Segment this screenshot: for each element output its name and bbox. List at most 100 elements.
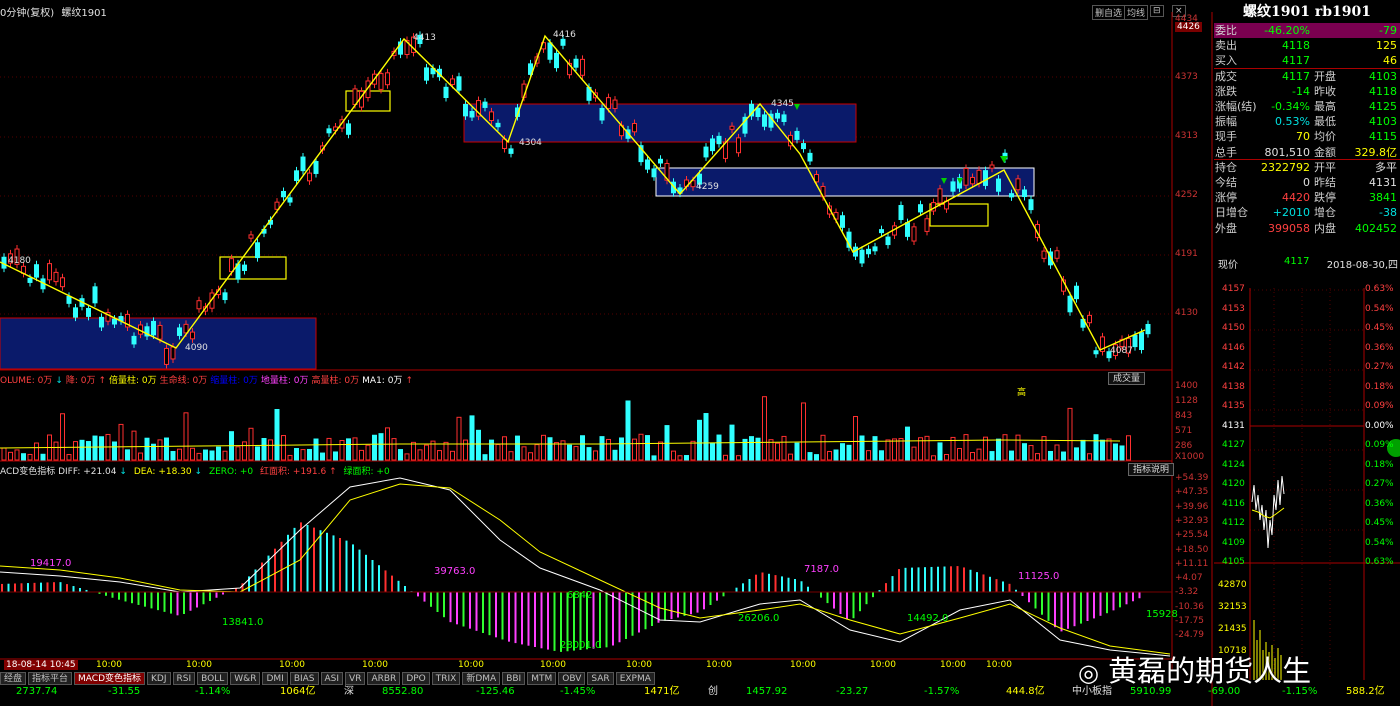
mini-pct-tick: 0.54% [1365, 303, 1394, 314]
mini-pct-tick: 0.63% [1365, 284, 1394, 294]
index-amount: 1471亿 [644, 686, 680, 697]
volume-bar [931, 455, 936, 461]
volume-bar [846, 444, 852, 461]
volume-bar [515, 435, 520, 461]
volume-bar [521, 446, 527, 461]
tab-indicator[interactable]: DPO [402, 672, 430, 685]
candle-body [164, 347, 169, 365]
candle-body [424, 67, 429, 81]
quote-l: 日增仓 [1215, 206, 1248, 220]
volume-bar [144, 437, 150, 461]
candle-body [86, 307, 91, 317]
quote-v2: -79 [1379, 24, 1397, 37]
tab-indicator[interactable]: TRIX [431, 672, 461, 685]
down-arrow-icon: ↓ [119, 467, 127, 477]
candle-body [60, 277, 65, 288]
volume-bar [118, 423, 124, 461]
volume-bar [658, 441, 663, 461]
macd-tick: +32.93 [1175, 515, 1209, 526]
candle-body [703, 146, 709, 158]
candle-body [580, 58, 585, 76]
candle-body [300, 156, 306, 172]
tab-indicator[interactable]: 指标平台 [28, 672, 73, 685]
tab-indicator[interactable]: ASI [320, 672, 344, 685]
volume-bar [131, 430, 137, 461]
volume-bar [853, 416, 858, 461]
volume-select[interactable]: 成交量 [1108, 372, 1146, 385]
volume-legend-item: 倍量柱: 0万 [109, 376, 157, 386]
quote-v1: 4117 [1282, 54, 1310, 68]
macd-dea-line [0, 483, 1171, 655]
quote-v2: 4131 [1369, 176, 1397, 189]
tab-indicator[interactable]: MTM [527, 672, 557, 685]
volume-bar [814, 454, 819, 461]
candle-body [976, 169, 982, 184]
tab-indicator[interactable]: RSI [172, 672, 196, 685]
volume-bar [638, 433, 644, 461]
volume-bar [235, 446, 241, 461]
current-price-value: 4117 [1284, 256, 1310, 267]
candle-body [560, 38, 566, 46]
tab-macd-active[interactable]: MACD变色指标 [74, 672, 146, 685]
volume-bar [710, 442, 715, 461]
indicator-help-button[interactable]: 指标说明 [1128, 463, 1175, 476]
volume-bar [164, 437, 169, 461]
volume-bar [404, 453, 410, 461]
candle-body [996, 178, 1001, 192]
candle-body [222, 292, 228, 301]
index-change: -23.27 [836, 686, 869, 697]
tab-indicator[interactable]: SAR [587, 672, 614, 685]
tab-indicator[interactable]: BOLL [197, 672, 229, 685]
time-tick: 10:00 [986, 660, 1012, 670]
volume-bar [963, 434, 969, 461]
tab-indicator[interactable]: 经盘 [0, 672, 27, 685]
tab-indicator[interactable]: W&R [230, 672, 261, 685]
tab-indicator[interactable]: DMI [262, 672, 288, 685]
volume-bar [203, 449, 208, 461]
volume-bar [1067, 407, 1073, 461]
volume-bar [190, 447, 195, 461]
candle-body [1087, 314, 1092, 324]
volume-bar [827, 450, 832, 461]
tab-indicator[interactable]: BBI [502, 672, 526, 685]
quote-l: 成交 [1215, 69, 1237, 83]
quote-l: 买入 [1215, 54, 1237, 68]
mini-price-tick: 4116 [1222, 498, 1245, 509]
mini-pct-tick: 0.27% [1365, 362, 1394, 372]
index-amount: 444.8亿 [1006, 686, 1045, 697]
tab-indicator[interactable]: VR [345, 672, 366, 685]
tab-indicator[interactable]: ARBR [367, 672, 401, 685]
pivot-label: 4087 [1110, 346, 1133, 356]
quote-v2: 329.8亿 [1354, 145, 1398, 159]
quote-l: 振幅 [1215, 115, 1237, 129]
candle-body [294, 170, 299, 182]
candle-body [1009, 193, 1014, 198]
tab-indicator[interactable]: KDJ [147, 672, 171, 685]
volume-bar [372, 434, 377, 461]
chart-canvas[interactable] [0, 0, 1214, 706]
candle-body [508, 148, 514, 154]
tab-indicator[interactable]: EXPMA [615, 672, 655, 685]
tab-indicator[interactable]: BIAS [289, 672, 319, 685]
volume-legend-item: 生命线: 0万 [159, 376, 208, 386]
volume-legend-item: 降: 0万 [65, 376, 96, 386]
candle-body [554, 52, 559, 69]
volume-legend-item: ↑ [405, 376, 413, 386]
candle-body [755, 107, 761, 118]
macd-zero-label: ZERO: +0 [208, 467, 254, 477]
volume-bar [580, 435, 585, 461]
volume-bar [924, 435, 930, 461]
candle-body [1015, 178, 1021, 191]
candle-body [287, 197, 293, 203]
mini-price-tick: 4150 [1222, 323, 1245, 333]
index-pct: -1.14% [195, 686, 231, 697]
volume-bar [281, 435, 286, 461]
mini-pct-tick: 0.09% [1365, 401, 1394, 411]
quote-v1: 70 [1296, 130, 1310, 144]
candle-body [866, 248, 871, 255]
tab-indicator[interactable]: 新DMA [462, 672, 501, 685]
tab-indicator[interactable]: OBV [558, 672, 586, 685]
volume-bar [1048, 450, 1053, 461]
volume-bar [261, 437, 267, 461]
volume-bar [1100, 439, 1105, 461]
